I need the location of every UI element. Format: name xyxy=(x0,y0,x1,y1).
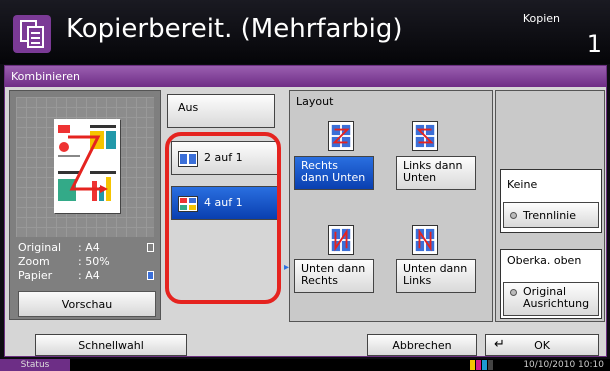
window-title: Kombinieren xyxy=(5,66,606,87)
copy-app-icon xyxy=(13,15,51,53)
status-bar: Status 10/10/2010 10:10 xyxy=(0,359,610,371)
info-paper: Papier: A4 xyxy=(18,269,100,282)
down-then-right-icon xyxy=(328,225,354,255)
preview-area xyxy=(16,97,154,237)
down-then-left-icon xyxy=(412,225,438,255)
copies-count: 1 xyxy=(586,30,602,58)
header-bar: Kopierbereit. (Mehrfarbig) Kopien 1 xyxy=(0,0,610,64)
ok-button[interactable]: ↵ OK xyxy=(485,334,599,356)
right-then-down-icon xyxy=(328,121,354,151)
off-button[interactable]: Aus xyxy=(167,94,275,128)
border-line-value: Keine xyxy=(507,178,538,191)
layout-panel: Layout Rechts dann Unten Links dann Unte… xyxy=(289,90,493,322)
option-dot-icon xyxy=(510,211,517,219)
paper-doc-icon xyxy=(147,271,154,280)
layout-right-then-down-button[interactable]: Rechts dann Unten xyxy=(294,156,374,190)
orientation-group: Oberka. oben Original Ausrichtung xyxy=(500,249,602,319)
toner-level-icon xyxy=(470,360,493,370)
layout-title: Layout xyxy=(296,95,334,108)
layout-left-then-down-button[interactable]: Links dann Unten xyxy=(396,156,476,190)
combine-window: Kombinieren Original: A4 Zoom: 50% Pap… xyxy=(4,65,607,357)
border-line-button[interactable]: Trennlinie xyxy=(503,202,599,228)
option-dot-icon xyxy=(510,289,517,296)
cancel-button[interactable]: Abbrechen xyxy=(367,334,477,356)
selection-highlight xyxy=(165,132,281,304)
date-time: 10/10/2010 10:10 xyxy=(523,360,604,370)
preview-panel: Original: A4 Zoom: 50% Papier: A4 Vorsch… xyxy=(9,90,161,320)
original-doc-icon xyxy=(147,243,154,252)
info-original: Original: A4 xyxy=(18,241,100,254)
combined-pages-thumbnail xyxy=(58,125,116,201)
quick-setup-button[interactable]: Schnellwahl xyxy=(35,334,187,356)
preview-paper xyxy=(54,119,120,213)
copies-label: Kopien xyxy=(522,12,560,25)
side-panel: Keine Trennlinie Oberka. oben Original A… xyxy=(495,90,605,322)
border-line-group: Keine Trennlinie xyxy=(500,169,602,233)
orientation-value: Oberka. oben xyxy=(507,254,582,267)
left-then-down-icon xyxy=(412,121,438,151)
enter-icon: ↵ xyxy=(494,337,505,352)
preview-button[interactable]: Vorschau xyxy=(18,291,156,317)
info-zoom: Zoom: 50% xyxy=(18,255,110,268)
layout-down-then-right-button[interactable]: Unten dann Rechts xyxy=(294,259,374,293)
layout-down-then-left-button[interactable]: Unten dann Links xyxy=(396,259,476,293)
page-title: Kopierbereit. (Mehrfarbig) xyxy=(66,14,403,44)
status-button[interactable]: Status xyxy=(0,359,70,371)
original-orientation-button[interactable]: Original Ausrichtung xyxy=(503,282,599,316)
